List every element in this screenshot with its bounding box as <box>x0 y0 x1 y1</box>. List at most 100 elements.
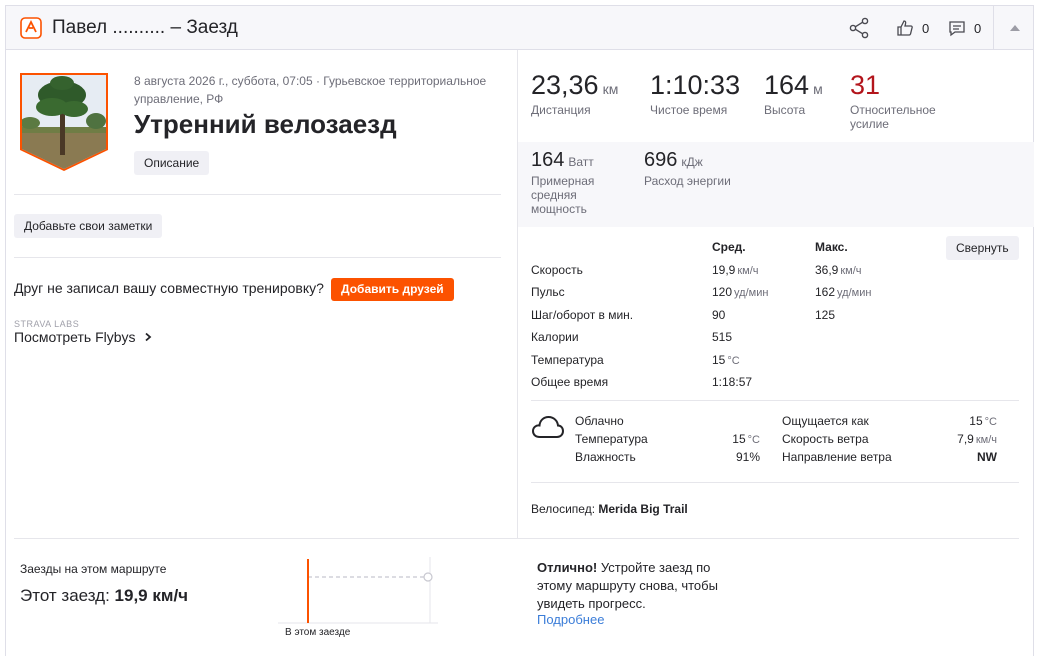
table-row: Температура 15 °C <box>531 349 915 372</box>
energy-label: Расход энергии <box>644 174 731 188</box>
distance-unit: км <box>602 81 619 97</box>
bike-name[interactable]: Merida Big Trail <box>598 502 687 516</box>
elevation-label: Высота <box>764 103 806 117</box>
chevron-right-icon <box>145 332 152 342</box>
more-link[interactable]: Подробнее <box>537 612 604 627</box>
add-notes-button[interactable]: Добавьте свои заметки <box>14 214 163 238</box>
table-row: Калории 515 <box>531 326 915 349</box>
table-header-row: Сред. Макс. <box>531 236 915 259</box>
divider <box>14 538 1019 539</box>
flybys-link[interactable]: Посмотреть Flybys <box>14 329 153 345</box>
row-max: 162 уд/мин <box>815 285 872 300</box>
details-table: Сред. Макс. Скорость 19,9 км/ч 36,9 км/ч П… <box>531 236 915 394</box>
elevation-value: 164 <box>764 70 810 100</box>
row-avg: 515 <box>712 330 733 345</box>
energy-value: 696 <box>644 149 678 171</box>
row-max: 125 <box>815 307 836 322</box>
weather-wind-speed-label: Скорость ветра <box>782 432 869 446</box>
weather-temp-label: Температура <box>575 432 648 446</box>
elevation-unit: м <box>813 81 823 97</box>
collapse-button[interactable]: Свернуть <box>946 236 1019 260</box>
comments-count: 0 <box>974 20 982 36</box>
activity-meta: 8 августа 2026 г., суббота, 07:05 · Гурь… <box>134 74 487 106</box>
kudos-count: 0 <box>922 20 930 36</box>
effort-label: Относительное усилие <box>850 103 936 131</box>
distance-label: Дистанция <box>531 103 591 117</box>
avg-header: Сред. <box>712 240 746 255</box>
progress-message: Отлично! Устройте заезд по этому маршрут… <box>537 559 747 613</box>
table-row: Скорость 19,9 км/ч 36,9 км/ч <box>531 259 915 282</box>
route-mini-chart <box>278 557 438 624</box>
weather-wind-speed-value: 7,9 км/ч <box>957 432 997 446</box>
weather-temp-value: 15 °C <box>732 432 760 446</box>
column-divider <box>517 50 518 538</box>
distance-value: 23,36 <box>531 70 599 100</box>
effort-value: 31 <box>850 70 881 100</box>
row-max: 36,9 км/ч <box>815 262 862 277</box>
stat-elevation: 164 м Высота <box>764 70 823 117</box>
comment-icon <box>949 21 965 37</box>
power-label: Примерная средняя мощность <box>531 174 595 216</box>
description-button[interactable]: Описание <box>134 151 210 175</box>
great-bold: Отлично! <box>537 560 598 575</box>
activity-photo[interactable] <box>18 71 110 171</box>
route-heading: Заезды на этом маршруте <box>20 562 167 576</box>
moving-time-label: Чистое время <box>650 103 728 117</box>
row-avg: 120 уд/мин <box>712 285 769 300</box>
bike-label: Велосипед: <box>531 502 596 516</box>
weather-humidity-label: Влажность <box>575 450 636 464</box>
stat-energy: 696 кДж Расход энергии <box>644 149 731 188</box>
stat-distance: 23,36 км Дистанция <box>531 70 618 117</box>
page-title: Павел .......... – Заезд <box>52 17 238 38</box>
weather-feels-label: Ощущается как <box>782 414 869 428</box>
share-icon[interactable] <box>848 17 870 39</box>
stat-moving-time: 1:10:33 Чистое время <box>650 70 740 117</box>
this-ride-label: Этот заезд: <box>20 586 110 605</box>
weather-humidity-value: 91% <box>735 450 760 464</box>
divider <box>531 482 1019 483</box>
flybys-text: Flybys <box>95 329 136 345</box>
energy-unit: кДж <box>681 155 703 169</box>
flybys-prefix: Посмотреть <box>14 329 96 345</box>
friend-prompt: Друг не записал вашу совместную трениров… <box>14 280 324 296</box>
row-avg: 1:18:57 <box>712 375 753 390</box>
power-unit: Ватт <box>568 155 594 169</box>
activity-title: Утренний велозаезд <box>134 109 397 139</box>
row-label: Температура <box>531 352 604 367</box>
labs-label: STRAVA LABS <box>14 319 80 329</box>
table-row: Пульс 120 уд/мин 162 уд/мин <box>531 281 915 304</box>
route-this-ride: Этот заезд: 19,9 км/ч <box>20 586 188 606</box>
mini-chart-label: В этом заезде <box>285 627 351 638</box>
divider <box>531 400 1019 401</box>
table-row: Шаг/оборот в мин. 90 125 <box>531 304 915 327</box>
kudos-button[interactable]: 0 <box>896 18 929 38</box>
comments-button[interactable]: 0 <box>948 18 981 38</box>
weather-wind-dir-value: NW <box>977 450 997 464</box>
row-label: Пульс <box>531 285 565 300</box>
activity-header: Павел .......... – Заезд 0 0 <box>6 6 1033 50</box>
stat-relative-effort[interactable]: 31 Относительное усилие <box>850 70 950 131</box>
activity-card: Павел .......... – Заезд 0 0 8 августа 2… <box>5 5 1034 656</box>
power-value: 164 <box>531 149 565 171</box>
thumbs-up-icon <box>897 20 913 36</box>
stat-power: 164 Ватт Примерная средняя мощность <box>531 149 621 216</box>
chevron-up-icon[interactable] <box>1006 20 1024 36</box>
row-label: Шаг/оборот в мин. <box>531 307 634 322</box>
header-divider <box>993 6 994 50</box>
divider <box>14 194 501 195</box>
moving-time-value: 1:10:33 <box>650 70 741 100</box>
row-label: Общее время <box>531 375 609 390</box>
weather-condition: Облачно <box>575 414 624 428</box>
divider <box>14 257 501 258</box>
max-header: Макс. <box>815 240 848 255</box>
row-avg: 15 °C <box>712 352 740 367</box>
this-ride-value: 19,9 км/ч <box>114 586 189 605</box>
weather-feels-value: 15 °C <box>969 414 997 428</box>
ride-icon <box>20 17 42 39</box>
table-row: Общее время 1:18:57 <box>531 371 915 394</box>
add-friends-button[interactable]: Добавить друзей <box>331 278 454 301</box>
row-avg: 90 <box>712 307 726 322</box>
row-label: Калории <box>531 330 579 345</box>
cloud-icon <box>531 415 565 438</box>
weather-wind-dir-label: Направление ветра <box>782 450 892 464</box>
